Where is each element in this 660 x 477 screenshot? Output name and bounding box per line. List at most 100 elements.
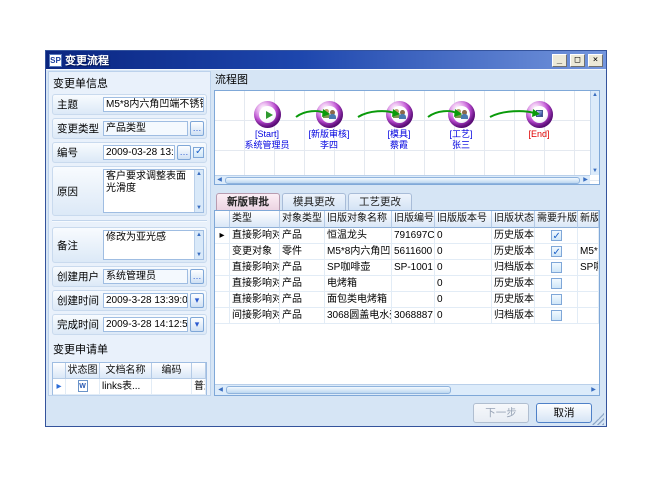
table-row[interactable]: 间接影响对象 产品 3068圆盖电水壶 3068887 0 归档版本 — [215, 308, 599, 324]
table-row[interactable]: 直接影响对象 产品 SP咖啡壶 SP-1001 0 归档版本 SP咖 — [215, 260, 599, 276]
upgrade-checkbox[interactable] — [551, 310, 562, 321]
table-row[interactable]: ▸ W links表... 普通 — [53, 379, 206, 395]
tab-process-change[interactable]: 工艺更改 — [348, 193, 412, 210]
row-indicator-icon — [215, 308, 230, 324]
upgrade-checkbox[interactable] — [551, 230, 562, 241]
flow-chart-canvas[interactable]: [Start] 系统管理员 [新版审核] 李四 [模具] 蔡霞 [工艺] 张三 — [214, 90, 600, 185]
flow-arrow-icon — [295, 107, 331, 121]
upgrade-checkbox[interactable] — [551, 262, 562, 273]
obj-type-cell: 产品 — [280, 228, 325, 244]
scrollbar-thumb[interactable] — [225, 177, 580, 184]
new-name-cell — [578, 228, 599, 244]
remark-label: 备注 — [55, 238, 101, 253]
affected-objects-table: 类型 对象类型 旧版对象名称 旧版编号 旧版版本号 旧版状态 需要升版 新版 ▸… — [214, 210, 600, 396]
header-new[interactable]: 新版 — [578, 211, 599, 228]
old-status-cell: 历史版本 — [492, 292, 535, 308]
remark-textarea[interactable]: 修改为亚光感 ▲ ▼ — [103, 230, 204, 260]
header-type[interactable]: 类型 — [230, 211, 280, 228]
minimize-button[interactable]: _ — [552, 54, 567, 67]
scroll-down-icon[interactable]: ▼ — [195, 251, 204, 259]
header-old-status[interactable]: 旧版状态 — [492, 211, 535, 228]
table-row[interactable]: 直接影响对象 产品 电烤箱 0 历史版本 — [215, 276, 599, 292]
new-name-cell — [578, 308, 599, 324]
resize-grip[interactable] — [592, 413, 604, 425]
upgrade-checkbox[interactable] — [551, 246, 562, 257]
scrollbar-thumb[interactable] — [226, 386, 451, 394]
header-obj-type[interactable]: 对象类型 — [280, 211, 325, 228]
tab-new-version-approval[interactable]: 新版审批 — [216, 193, 280, 210]
change-type-label: 变更类型 — [55, 121, 101, 136]
scroll-up-icon[interactable]: ▲ — [591, 91, 600, 99]
subject-input[interactable]: M5*8内六角凹端不锈钢紧固螺钉 — [103, 97, 204, 112]
scroll-left-icon[interactable]: ◀ — [215, 385, 226, 395]
number-browse-button[interactable]: … — [177, 145, 191, 160]
word-doc-icon: W — [78, 380, 88, 392]
change-type-row: 变更类型 产品类型 … — [52, 118, 207, 139]
flow-hscrollbar[interactable]: ◀ ▶ — [215, 175, 590, 184]
old-no-cell: 5611600 — [392, 244, 435, 260]
flow-and-grid-panel: 流程图 [Start] 系统管理员 [新版审核] 李四 [模具] 蔡霞 — [214, 70, 600, 396]
old-name-cell: 3068圆盖电水壶 — [325, 308, 392, 324]
finish-time-dropdown-icon[interactable]: ▾ — [190, 317, 204, 332]
reason-textarea[interactable]: 客户要求调整表面光滑度 ▲ ▼ — [103, 169, 204, 213]
number-checkbox[interactable] — [193, 147, 204, 158]
maximize-button[interactable]: □ — [570, 54, 585, 67]
upgrade-checkbox[interactable] — [551, 278, 562, 289]
scroll-left-icon[interactable]: ◀ — [215, 176, 224, 184]
scroll-down-icon[interactable]: ▼ — [195, 204, 204, 212]
creator-row: 创建用户 系统管理员 … — [52, 266, 207, 287]
cancel-button[interactable]: 取消 — [536, 403, 592, 423]
close-button[interactable]: × — [588, 54, 603, 67]
header-old-no[interactable]: 旧版编号 — [392, 211, 435, 228]
old-name-cell: 电烤箱 — [325, 276, 392, 292]
scroll-up-icon[interactable]: ▲ — [195, 170, 204, 178]
old-no-cell: 791697C — [392, 228, 435, 244]
change-type-input[interactable]: 产品类型 — [103, 121, 188, 136]
change-type-browse-button[interactable]: … — [190, 121, 204, 136]
reason-text: 客户要求调整表面光滑度 — [106, 171, 201, 195]
old-no-cell — [392, 292, 435, 308]
header-indicator — [53, 363, 66, 379]
grid-hscrollbar[interactable]: ◀ ▶ — [215, 384, 599, 395]
create-time-dropdown-icon[interactable]: ▾ — [190, 293, 204, 308]
screenshot-canvas: { "window": { "title": "变更流程", "icon_tex… — [0, 0, 660, 477]
header-code[interactable]: 编码 — [152, 363, 192, 379]
node-label: [End] — [503, 129, 575, 139]
remark-scrollbar[interactable]: ▲ ▼ — [194, 231, 203, 259]
header-upgrade[interactable]: 需要升版 — [535, 211, 578, 228]
upgrade-cell — [535, 292, 578, 308]
header-old-ver[interactable]: 旧版版本号 — [435, 211, 492, 228]
panel-header-change-order-info: 变更单信息 — [52, 74, 207, 94]
scroll-right-icon[interactable]: ▶ — [581, 176, 590, 184]
table-row[interactable]: 直接影响对象 产品 面包类电烤箱 0 历史版本 — [215, 292, 599, 308]
header-status-icon[interactable]: 状态图 — [66, 363, 100, 379]
creator-input[interactable]: 系统管理员 — [103, 269, 188, 284]
row-indicator-icon — [215, 260, 230, 276]
change-process-dialog: SP 变更流程 _ □ × 变更单信息 主题 M5*8内六角凹端不锈钢紧固螺钉 … — [45, 50, 607, 427]
old-no-cell — [392, 276, 435, 292]
create-time-input[interactable]: 2009-3-28 13:39:01 — [103, 293, 188, 308]
flow-vscrollbar[interactable]: ▲ ▼ — [590, 91, 599, 175]
number-input[interactable]: 2009-03-28 13:39:01 — [103, 145, 175, 160]
old-name-cell: 恒温龙头 — [325, 228, 392, 244]
next-button[interactable]: 下一步 — [473, 403, 529, 423]
creator-browse-button[interactable]: … — [190, 269, 204, 284]
header-doc-name[interactable]: 文档名称 — [100, 363, 152, 379]
reason-scrollbar[interactable]: ▲ ▼ — [194, 170, 203, 212]
dialog-client-area: 变更单信息 主题 M5*8内六角凹端不锈钢紧固螺钉 变更类型 产品类型 … 编号… — [46, 69, 606, 426]
tab-mold-change[interactable]: 模具更改 — [282, 193, 346, 210]
finish-time-input[interactable]: 2009-3-28 14:12:50 — [103, 317, 188, 332]
table-row[interactable]: 变更对象 零件 M5*8内六角凹... 5611600 0 历史版本 M5*8 — [215, 244, 599, 260]
table-row[interactable]: ▸ 直接影响对象 产品 恒温龙头 791697C 0 历史版本 — [215, 228, 599, 244]
change-order-info-panel: 变更单信息 主题 M5*8内六角凹端不锈钢紧固螺钉 变更类型 产品类型 … 编号… — [48, 71, 211, 396]
upgrade-checkbox[interactable] — [551, 294, 562, 305]
app-icon: SP — [49, 54, 62, 67]
upgrade-cell — [535, 260, 578, 276]
scroll-up-icon[interactable]: ▲ — [195, 231, 204, 239]
scroll-down-icon[interactable]: ▼ — [591, 167, 600, 175]
obj-type-cell: 产品 — [280, 292, 325, 308]
title-bar[interactable]: SP 变更流程 _ □ × — [46, 51, 606, 69]
new-name-cell — [578, 276, 599, 292]
scroll-right-icon[interactable]: ▶ — [588, 385, 599, 395]
header-old-name[interactable]: 旧版对象名称 — [325, 211, 392, 228]
